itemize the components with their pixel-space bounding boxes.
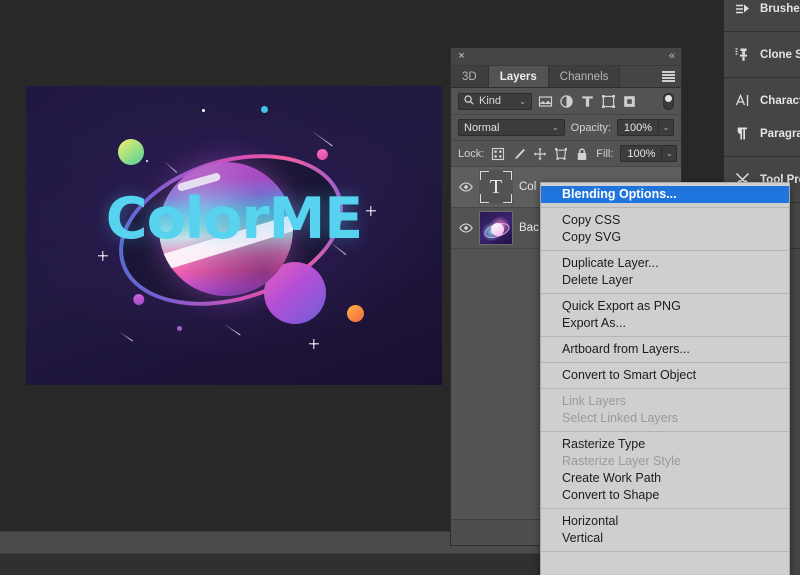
clone-source-icon (734, 46, 751, 63)
dock-label-paragraph: Paragrap (760, 128, 800, 140)
opacity-label: Opacity: (571, 122, 611, 134)
tab-channels[interactable]: Channels (549, 66, 621, 87)
lock-image-pixels-icon[interactable] (512, 147, 526, 161)
menu-item-export-as[interactable]: Export As... (541, 315, 789, 332)
menu-separator (541, 388, 789, 389)
document-canvas[interactable]: ColorME (26, 86, 442, 385)
chevron-down-icon: ⌄ (552, 123, 559, 132)
panel-menu-icon[interactable] (662, 71, 675, 82)
menu-item-convert-to-shape[interactable]: Convert to Shape (541, 487, 789, 504)
menu-item-select-linked-layers: Select Linked Layers (541, 410, 789, 427)
filter-enable-toggle[interactable] (663, 93, 674, 110)
menu-item-copy-css[interactable]: Copy CSS (541, 212, 789, 229)
lock-position-icon[interactable] (533, 147, 547, 161)
layer-thumbnail-type[interactable]: T (479, 170, 513, 204)
fill-label: Fill: (596, 148, 613, 160)
dock-group-clone-source: Clone Sou (724, 32, 800, 78)
paragraph-icon (734, 125, 751, 142)
lock-transparent-pixels-icon[interactable] (491, 147, 505, 161)
fill-stepper[interactable]: ⌄ (662, 145, 677, 162)
star-sparkle (98, 251, 108, 261)
dock-item-character[interactable]: Characte (724, 84, 800, 117)
dock-item-brushes[interactable]: Brushes (724, 0, 800, 25)
character-icon (734, 92, 751, 109)
dock-item-clone-source[interactable]: Clone Sou (724, 38, 800, 71)
dock-label-clone-source: Clone Sou (760, 49, 800, 61)
layer-name[interactable]: Bac (519, 222, 539, 234)
adjustment-filter-icon[interactable] (559, 94, 574, 109)
star-dot (146, 160, 148, 162)
star-dot (261, 106, 268, 113)
star-dot (177, 326, 182, 331)
eye-icon[interactable] (455, 182, 477, 192)
tab-layers[interactable]: Layers (489, 66, 549, 87)
type-filter-icon[interactable] (580, 94, 595, 109)
shape-filter-icon[interactable] (601, 94, 616, 109)
menu-separator (541, 362, 789, 363)
filter-kind-select[interactable]: Kind ⌄ (458, 93, 532, 110)
smart-object-filter-icon[interactable] (622, 94, 637, 109)
lock-row[interactable]: Lock: (451, 141, 681, 167)
layer-context-menu[interactable]: Blending Options... Copy CSS Copy SVG Du… (540, 182, 790, 575)
brushes-icon (734, 0, 751, 17)
type-layer-glyph: T (479, 170, 513, 204)
dock-group-type: Characte Paragrap (724, 78, 800, 157)
blend-mode-value: Normal (464, 122, 499, 134)
layer-filter-row[interactable]: Kind ⌄ (451, 88, 681, 115)
panel-titlebar: × « (451, 48, 681, 66)
tab-3d[interactable]: 3D (451, 66, 489, 87)
menu-separator (541, 431, 789, 432)
image-filter-icon[interactable] (538, 94, 553, 109)
tab-label-3d: 3D (462, 71, 477, 83)
menu-item-quick-export-png[interactable]: Quick Export as PNG (541, 298, 789, 315)
menu-item-convert-to-smart-object[interactable]: Convert to Smart Object (541, 367, 789, 384)
opacity-value[interactable]: 100% (617, 119, 659, 136)
search-icon (464, 95, 474, 108)
menu-item-rasterize-type[interactable]: Rasterize Type (541, 436, 789, 453)
planet-orange (347, 305, 364, 322)
dock-group-brushes: Brushes (724, 0, 800, 32)
tab-label-channels: Channels (560, 71, 609, 83)
menu-separator (541, 207, 789, 208)
menu-item-copy-svg[interactable]: Copy SVG (541, 229, 789, 246)
collapse-panel-icon[interactable]: « (669, 50, 674, 62)
menu-item-blending-options[interactable]: Blending Options... (541, 186, 789, 203)
panel-tabs[interactable]: 3D Layers Channels (451, 66, 681, 88)
menu-item-create-work-path[interactable]: Create Work Path (541, 470, 789, 487)
tab-label-layers: Layers (500, 71, 537, 83)
menu-item-rasterize-layer-style: Rasterize Layer Style (541, 453, 789, 470)
menu-item-delete-layer[interactable]: Delete Layer (541, 272, 789, 289)
fill-value[interactable]: 100% (620, 145, 662, 162)
dock-item-paragraph[interactable]: Paragrap (724, 117, 800, 150)
opacity-stepper[interactable]: ⌄ (659, 119, 674, 136)
dock-label-character: Characte (760, 95, 800, 107)
lock-label: Lock: (458, 148, 484, 160)
planet-yellow (118, 139, 144, 165)
dock-label-brushes: Brushes (760, 3, 800, 15)
close-icon[interactable]: × (456, 51, 467, 62)
star-dot (202, 109, 205, 112)
menu-separator (541, 508, 789, 509)
menu-item-horizontal[interactable]: Horizontal (541, 513, 789, 530)
menu-separator (541, 250, 789, 251)
artwork-logo-text: ColorME (26, 191, 442, 248)
menu-separator (541, 336, 789, 337)
lock-all-icon[interactable] (575, 147, 589, 161)
menu-item-duplicate-layer[interactable]: Duplicate Layer... (541, 255, 789, 272)
star-sparkle (309, 339, 319, 349)
menu-separator (541, 551, 789, 552)
layer-thumbnail-image[interactable] (479, 211, 513, 245)
menu-separator (541, 293, 789, 294)
blend-mode-row[interactable]: Normal ⌄ Opacity: 100% ⌄ (451, 115, 681, 141)
filter-kind-label: Kind (479, 95, 501, 107)
menu-item-artboard-from-layers[interactable]: Artboard from Layers... (541, 341, 789, 358)
blend-mode-select[interactable]: Normal ⌄ (458, 119, 565, 136)
menu-item-vertical[interactable]: Vertical (541, 530, 789, 547)
lock-artboard-nesting-icon[interactable] (554, 147, 568, 161)
layer-name[interactable]: Col (519, 181, 536, 193)
chevron-down-icon: ⌄ (519, 97, 526, 106)
menu-item-link-layers: Link Layers (541, 393, 789, 410)
eye-icon[interactable] (455, 223, 477, 233)
